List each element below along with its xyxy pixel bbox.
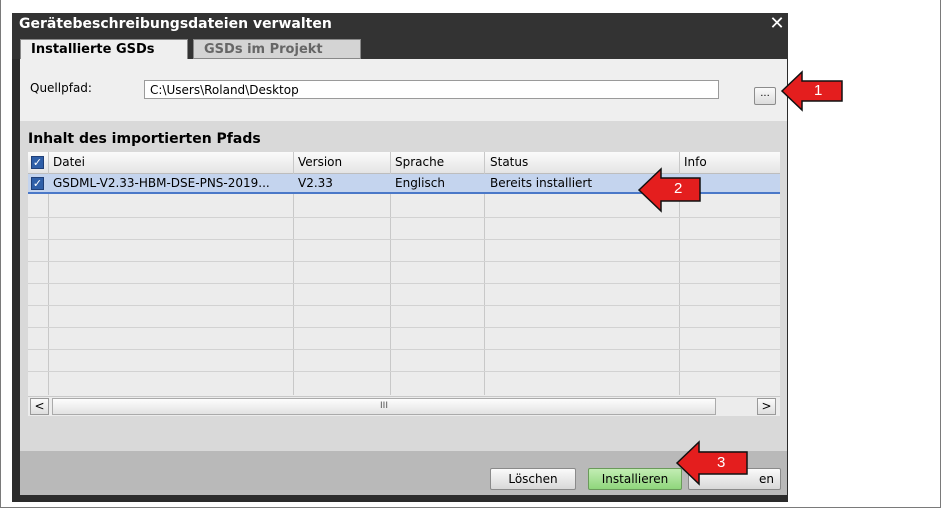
tab-installed-gsds[interactable]: Installierte GSDs bbox=[20, 39, 188, 59]
button-bar: Löschen Installieren en bbox=[20, 451, 787, 495]
gsd-manager-dialog: Gerätebeschreibungsdateien verwalten ✕ I… bbox=[12, 13, 788, 502]
delete-button[interactable]: Löschen bbox=[490, 468, 576, 490]
title-bar: Gerätebeschreibungsdateien verwalten ✕ bbox=[12, 13, 788, 37]
section-title: Inhalt des importierten Pfads bbox=[28, 131, 261, 147]
row-divider bbox=[28, 283, 780, 284]
row-divider bbox=[28, 305, 780, 306]
row-divider bbox=[28, 261, 780, 262]
col-header-file[interactable]: Datei bbox=[53, 155, 85, 169]
scroll-thumb[interactable]: III bbox=[52, 398, 716, 415]
dialog-title: Gerätebeschreibungsdateien verwalten bbox=[19, 16, 332, 32]
col-header-status[interactable]: Status bbox=[490, 155, 528, 169]
row-divider bbox=[28, 349, 780, 350]
row-divider bbox=[28, 239, 780, 240]
close-icon[interactable]: ✕ bbox=[766, 13, 788, 37]
left-arrow-icon bbox=[637, 167, 701, 213]
col-header-language[interactable]: Sprache bbox=[395, 155, 444, 169]
annotation-arrow-2: 2 bbox=[637, 167, 703, 216]
source-path-panel: Quellpfad: C:\Users\Roland\Desktop ... bbox=[20, 59, 787, 121]
row-divider bbox=[28, 371, 780, 372]
cell-file: GSDML-V2.33-HBM-DSE-PNS-2019... bbox=[53, 176, 270, 190]
annotation-number: 3 bbox=[717, 454, 726, 471]
row-checkbox[interactable]: ✓ bbox=[31, 177, 44, 190]
cell-version: V2.33 bbox=[298, 176, 333, 190]
cell-language: Englisch bbox=[395, 176, 445, 190]
scroll-left-icon[interactable]: < bbox=[30, 398, 49, 415]
tab-strip: Installierte GSDs GSDs im Projekt bbox=[12, 37, 788, 59]
left-arrow-icon bbox=[780, 70, 843, 112]
row-divider bbox=[28, 327, 780, 328]
annotation-number: 2 bbox=[674, 180, 683, 197]
annotation-arrow-3: 3 bbox=[675, 440, 749, 489]
source-path-label: Quellpfad: bbox=[30, 81, 92, 95]
tab-gsds-in-project[interactable]: GSDs im Projekt bbox=[193, 39, 361, 59]
browse-button[interactable]: ... bbox=[754, 87, 776, 105]
annotation-number: 1 bbox=[814, 82, 823, 99]
scroll-right-icon[interactable]: > bbox=[757, 398, 776, 415]
left-arrow-icon bbox=[675, 440, 748, 486]
source-path-input[interactable]: C:\Users\Roland\Desktop bbox=[144, 80, 719, 99]
cell-status: Bereits installiert bbox=[490, 176, 593, 190]
install-button[interactable]: Installieren bbox=[588, 468, 682, 490]
annotation-arrow-1: 1 bbox=[780, 70, 846, 115]
select-all-checkbox[interactable]: ✓ bbox=[31, 156, 44, 169]
horizontal-scrollbar[interactable]: < III > bbox=[28, 396, 780, 416]
row-divider bbox=[28, 217, 780, 218]
col-header-version[interactable]: Version bbox=[298, 155, 342, 169]
